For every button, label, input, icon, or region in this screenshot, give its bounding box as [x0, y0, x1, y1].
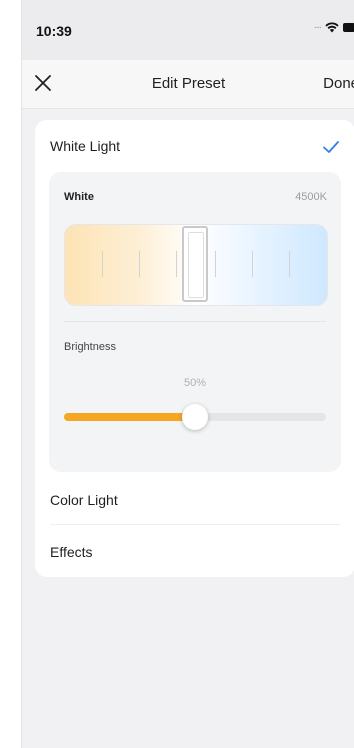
effects-option[interactable]: Effects: [50, 544, 93, 560]
checkmark-icon: [323, 141, 339, 153]
brightness-value: 50%: [183, 377, 207, 389]
temperature-tick: [252, 251, 253, 277]
status-bar: 10:39 ....: [22, 0, 354, 60]
divider: [50, 524, 340, 525]
temperature-tick: [102, 251, 103, 277]
temperature-tick: [176, 251, 177, 277]
temperature-tick: [215, 251, 216, 277]
color-temperature-slider[interactable]: [64, 224, 328, 306]
white-label: White: [64, 191, 94, 203]
brightness-slider-fill: [64, 413, 195, 421]
divider: [64, 321, 326, 322]
temperature-tick: [289, 251, 290, 277]
preset-options-card: White Light White 4500K Brightness 50% C…: [35, 120, 354, 577]
status-time: 10:39: [36, 23, 72, 39]
phone-screen: 10:39 .... Edit Preset Done White Light …: [21, 0, 354, 748]
white-light-settings-panel: White 4500K Brightness 50%: [49, 172, 341, 472]
color-temperature-thumb[interactable]: [182, 226, 208, 302]
page-title: Edit Preset: [151, 75, 226, 92]
white-light-option[interactable]: White Light: [50, 138, 120, 154]
color-temperature-value: 4500K: [295, 191, 327, 203]
brightness-slider[interactable]: [64, 404, 326, 430]
brightness-slider-knob[interactable]: [182, 404, 208, 430]
battery-icon: [343, 23, 354, 32]
nav-bar: Edit Preset Done: [22, 60, 354, 109]
brightness-label: Brightness: [64, 341, 116, 353]
color-light-option[interactable]: Color Light: [50, 492, 118, 508]
done-button[interactable]: Done: [323, 75, 354, 92]
wifi-icon: [325, 22, 339, 33]
temperature-tick: [139, 251, 140, 277]
status-icons: ....: [313, 20, 354, 33]
signal-dots: ....: [313, 20, 322, 31]
